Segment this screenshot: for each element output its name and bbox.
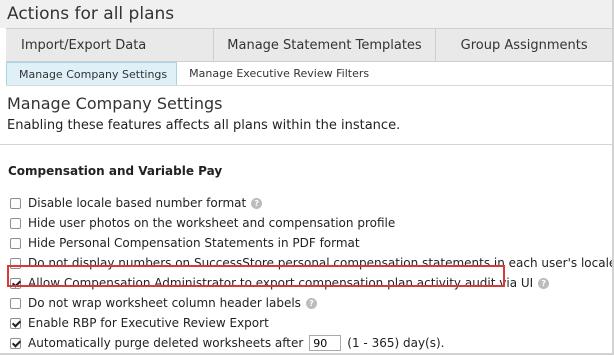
- option-label: Enable RBP for Executive Review Export: [28, 316, 269, 330]
- section-description: Enabling these features affects all plan…: [7, 118, 401, 133]
- subtab-manage-executive-review-filters[interactable]: Manage Executive Review Filters: [181, 62, 377, 85]
- group-title: Compensation and Variable Pay: [8, 164, 223, 178]
- page-title: Actions for all plans: [0, 0, 612, 28]
- option-hide-user-photos: Hide user photos on the worksheet and co…: [0, 213, 612, 233]
- option-no-locale-numbers-successstore: Do not display numbers on SuccessStore p…: [0, 253, 612, 273]
- checkbox-disable-locale-number-format[interactable]: [10, 197, 21, 209]
- options-list: Disable locale based number format ? Hid…: [0, 193, 612, 353]
- help-icon[interactable]: ?: [251, 197, 263, 209]
- checkbox-auto-purge-worksheets[interactable]: [10, 337, 21, 349]
- help-icon[interactable]: ?: [305, 297, 317, 309]
- help-icon[interactable]: ?: [538, 277, 550, 289]
- option-label: Allow Compensation Administrator to expo…: [28, 276, 534, 290]
- purge-days-range: (1 - 365) day(s).: [347, 336, 445, 350]
- checkbox-allow-audit-export[interactable]: [10, 277, 21, 289]
- option-label: Automatically purge deleted worksheets a…: [28, 336, 304, 350]
- option-hide-pdf-statements: Hide Personal Compensation Statements in…: [0, 233, 612, 253]
- tab-group-assignments[interactable]: Group Assignments: [436, 29, 612, 61]
- option-enable-rbp-export: Enable RBP for Executive Review Export: [0, 313, 612, 333]
- option-label: Do not display numbers on SuccessStore p…: [28, 256, 614, 270]
- main-tabs: Import/Export Data Manage Statement Temp…: [6, 28, 612, 62]
- checkbox-hide-user-photos[interactable]: [10, 217, 21, 229]
- option-no-wrap-headers: Do not wrap worksheet column header labe…: [0, 293, 612, 313]
- option-label: Disable locale based number format: [28, 196, 247, 210]
- option-label: Hide user photos on the worksheet and co…: [28, 216, 396, 230]
- checkbox-no-wrap-headers[interactable]: [10, 297, 21, 309]
- actions-panel: Actions for all plans Import/Export Data…: [0, 0, 614, 355]
- subtab-manage-company-settings[interactable]: Manage Company Settings: [6, 62, 178, 85]
- option-allow-audit-export: Allow Compensation Administrator to expo…: [0, 273, 612, 293]
- sub-tabs: Manage Company Settings Manage Executive…: [6, 62, 612, 86]
- purge-days-input[interactable]: [309, 335, 342, 351]
- option-label: Hide Personal Compensation Statements in…: [28, 236, 360, 250]
- option-disable-locale-number-format: Disable locale based number format ?: [0, 193, 612, 213]
- option-auto-purge-worksheets: Automatically purge deleted worksheets a…: [0, 333, 612, 353]
- option-label: Do not wrap worksheet column header labe…: [28, 296, 301, 310]
- tab-import-export-data[interactable]: Import/Export Data: [6, 29, 214, 61]
- checkbox-enable-rbp-export[interactable]: [10, 317, 21, 329]
- section-title: Manage Company Settings: [7, 94, 223, 113]
- checkbox-no-locale-numbers-successstore[interactable]: [10, 257, 21, 269]
- tab-manage-statement-templates[interactable]: Manage Statement Templates: [214, 29, 437, 61]
- checkbox-hide-pdf-statements[interactable]: [10, 237, 21, 249]
